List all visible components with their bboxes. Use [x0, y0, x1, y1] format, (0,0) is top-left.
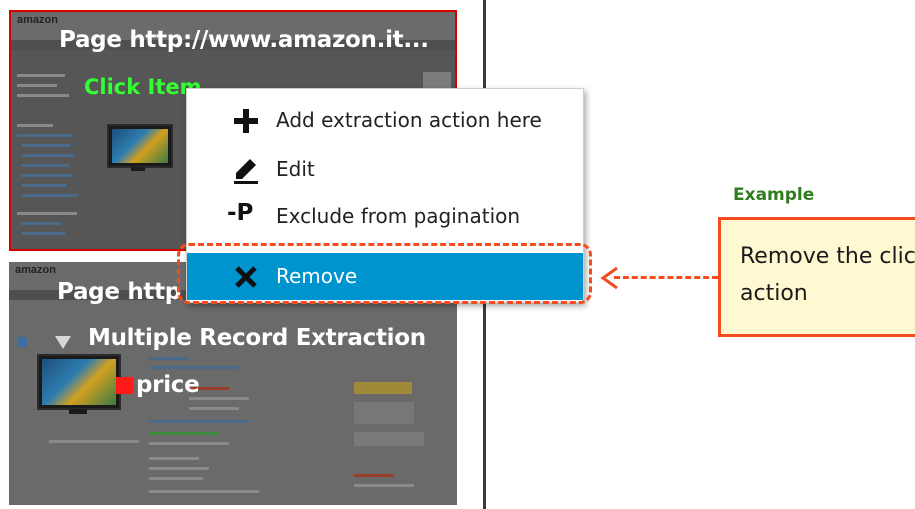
callout-note: Remove the click action [718, 217, 915, 337]
menu-item-edit[interactable]: Edit [187, 146, 583, 193]
expand-triangle-icon[interactable] [55, 336, 71, 349]
pencil-icon [234, 159, 258, 184]
page-title: Page http://www.amazon.it... [59, 27, 429, 53]
callout-arrow-line [614, 276, 718, 279]
field-label[interactable]: price [136, 372, 200, 398]
arrow-left-icon [600, 266, 618, 290]
menu-item-add-extraction[interactable]: Add extraction action here [187, 97, 583, 144]
highlight-dashed-box [177, 243, 592, 304]
menu-item-label: Edit [276, 157, 315, 181]
example-label: Example [733, 185, 815, 205]
callout-note-text: Remove the click action [740, 244, 915, 306]
page-title: Page http [57, 279, 181, 305]
click-item-action-label[interactable]: Click Item [84, 75, 202, 99]
menu-item-label: Exclude from pagination [276, 204, 521, 228]
menu-item-exclude-pagination[interactable]: -P Exclude from pagination [187, 193, 583, 240]
site-logo: amazon [15, 264, 56, 276]
plus-icon [234, 109, 258, 133]
field-marker-icon [116, 377, 133, 394]
site-logo: amazon [17, 14, 58, 26]
menu-item-label: Add extraction action here [276, 108, 542, 132]
exclude-pagination-icon: -P [227, 200, 254, 226]
extraction-label[interactable]: Multiple Record Extraction [88, 325, 426, 351]
